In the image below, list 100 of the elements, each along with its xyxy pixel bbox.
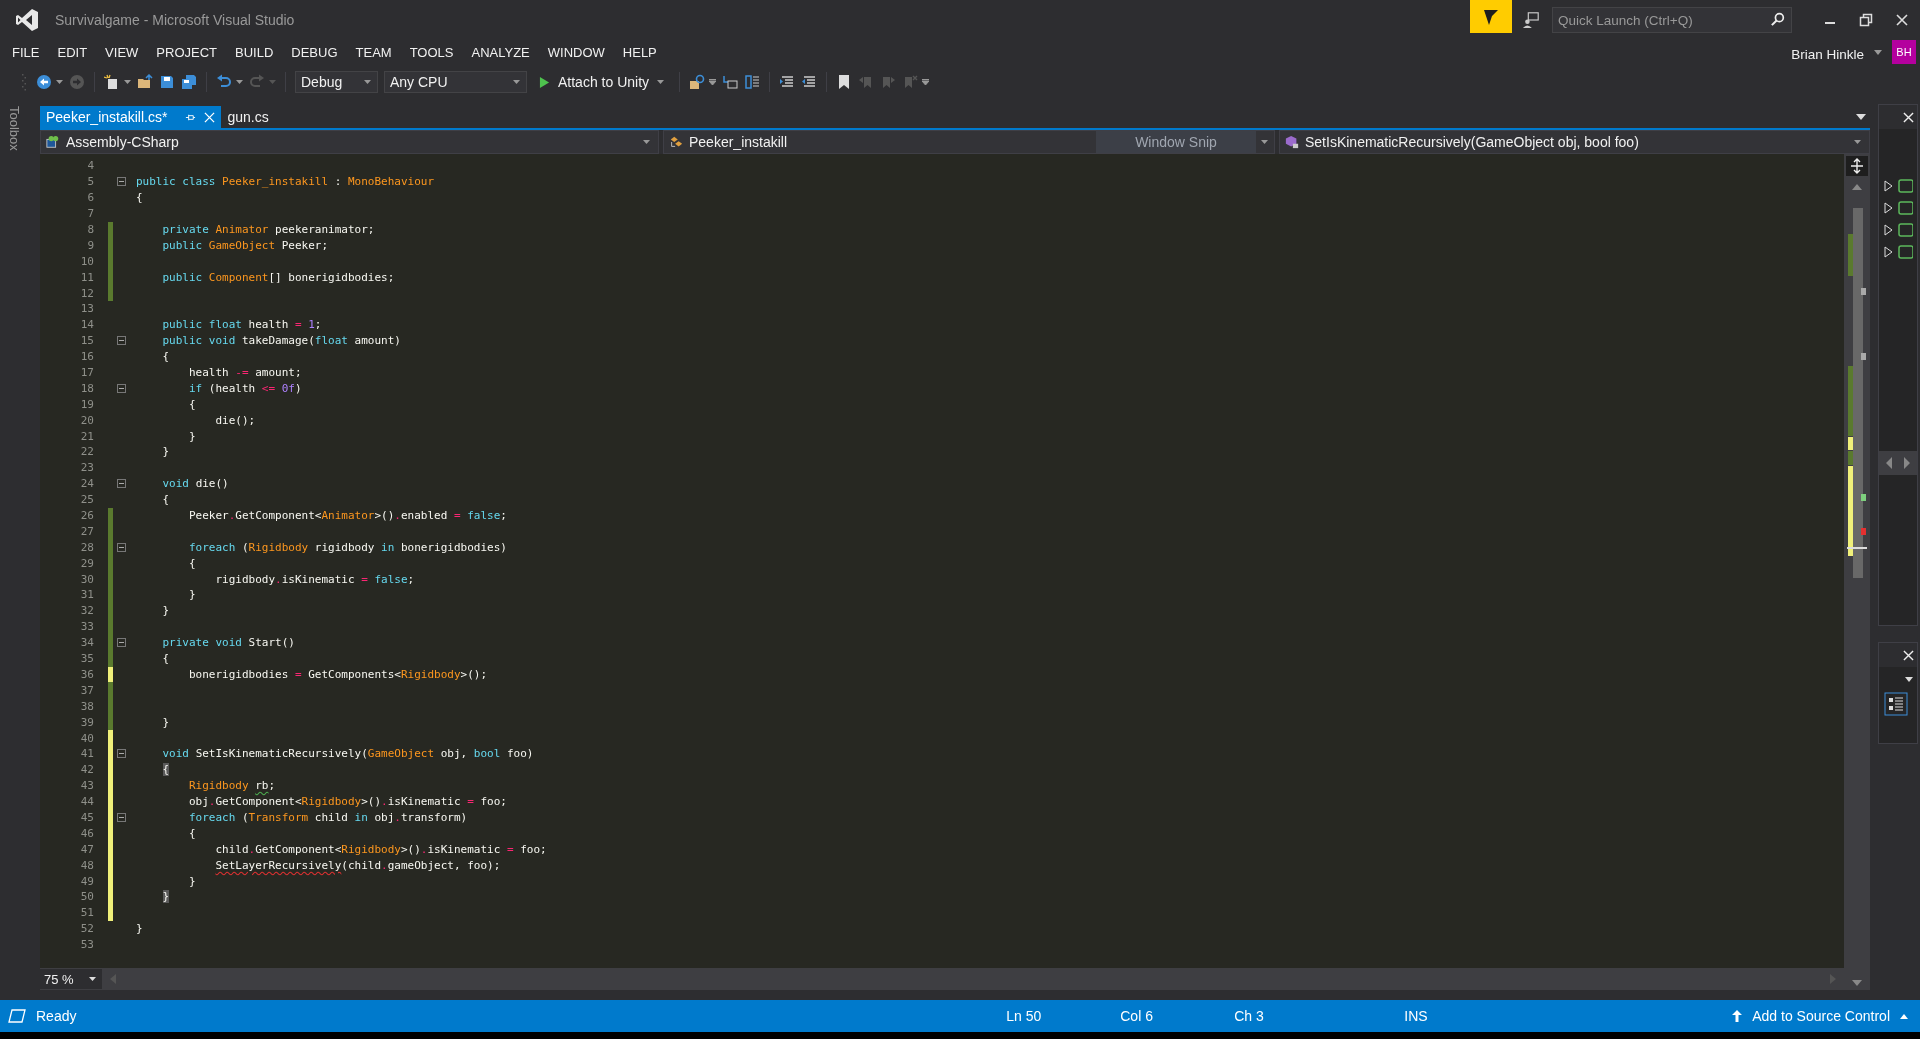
- line-number: 14: [79, 318, 94, 332]
- tree-node-icon[interactable]: [1883, 223, 1913, 237]
- panel-icon[interactable]: [744, 74, 761, 90]
- platform-dropdown[interactable]: Any CPU: [384, 71, 527, 93]
- line-number: 43: [79, 779, 94, 793]
- find-icon[interactable]: [689, 74, 706, 90]
- menu-item[interactable]: TOOLS: [400, 44, 463, 60]
- document-tab[interactable]: gun.cs: [221, 106, 275, 128]
- document-tab[interactable]: Peeker_instakill.cs*: [40, 106, 222, 128]
- code-line: }: [161, 604, 170, 618]
- panel-scroll-bar[interactable]: [1879, 451, 1917, 475]
- collapse-icon[interactable]: [117, 638, 126, 648]
- collapse-icon[interactable]: [117, 749, 126, 759]
- code-line: SetLayerRecursively(child.gameObject, foo);: [214, 858, 501, 872]
- code-line: Rigidbody rb;: [188, 779, 276, 793]
- project-dropdown[interactable]: Assembly-CSharp: [40, 130, 659, 154]
- line-number: 10: [79, 254, 94, 268]
- overflow-icon[interactable]: [922, 79, 930, 85]
- menu-item[interactable]: ANALYZE: [462, 44, 539, 60]
- restore-icon[interactable]: [1859, 13, 1873, 27]
- configuration-dropdown[interactable]: Debug: [295, 71, 378, 93]
- collapse-icon[interactable]: [117, 177, 126, 187]
- notification-button[interactable]: [1470, 0, 1512, 33]
- new-project-icon[interactable]: [104, 74, 120, 90]
- toolbox-tab[interactable]: Toolbox: [6, 106, 22, 160]
- menu-item[interactable]: HELP: [613, 44, 666, 60]
- step-icon[interactable]: [722, 74, 739, 90]
- menu-item[interactable]: WINDOW: [538, 44, 614, 60]
- scrollbar-map-drawing[interactable]: [1847, 208, 1867, 578]
- tree-node-icon[interactable]: [1883, 201, 1913, 215]
- scroll-down-icon[interactable]: [1852, 980, 1862, 986]
- collapse-icon[interactable]: [117, 336, 126, 346]
- caret-icon: [1261, 140, 1268, 144]
- menu-item[interactable]: VIEW: [96, 44, 148, 60]
- feedback-icon[interactable]: [1522, 11, 1540, 29]
- close-icon[interactable]: [1903, 111, 1914, 123]
- close-icon[interactable]: [1895, 13, 1909, 27]
- undo-icon[interactable]: [216, 74, 232, 90]
- menu-item[interactable]: PROJECT: [147, 44, 226, 60]
- code-line: }: [161, 445, 170, 459]
- menu-item[interactable]: EDIT: [48, 44, 97, 60]
- tree-node-icon[interactable]: [1883, 179, 1913, 193]
- line-number: 23: [79, 461, 94, 475]
- source-control-button[interactable]: Add to Source Control: [1724, 1000, 1920, 1032]
- collapse-icon[interactable]: [117, 479, 126, 489]
- code-line: child.GetComponent<Rigidbody>().isKinematic = foo;: [214, 842, 547, 856]
- caret-icon[interactable]: [236, 80, 243, 84]
- tree-node-icon[interactable]: [1883, 245, 1913, 259]
- split-icon[interactable]: [1846, 156, 1868, 176]
- line-number: 35: [79, 652, 94, 666]
- open-folder-icon[interactable]: [137, 74, 153, 90]
- class-dropdown[interactable]: Peeker_instakill Window Snip: [663, 130, 1275, 154]
- close-icon[interactable]: [1903, 649, 1914, 661]
- menu-item[interactable]: DEBUG: [282, 44, 347, 60]
- line-number: 42: [79, 763, 94, 777]
- project-icon: [45, 135, 61, 149]
- tab-list-icon[interactable]: [1856, 114, 1866, 120]
- line-number: 26: [79, 509, 94, 523]
- user-avatar[interactable]: BH: [1892, 40, 1916, 64]
- back-icon[interactable]: [36, 74, 52, 90]
- attach-button[interactable]: Attach to Unity: [533, 74, 671, 90]
- line-number: 38: [79, 699, 94, 713]
- save-icon[interactable]: [159, 74, 175, 90]
- collapse-icon[interactable]: [117, 542, 126, 552]
- zoom-dropdown[interactable]: 75 %: [40, 969, 102, 989]
- line-number: 25: [79, 493, 94, 507]
- save-all-icon[interactable]: [181, 74, 197, 90]
- code-line: {: [188, 826, 196, 840]
- caret-icon[interactable]: [1905, 677, 1913, 682]
- status-icon: [8, 1009, 26, 1023]
- line-number: 51: [79, 906, 94, 920]
- caret-icon[interactable]: [124, 80, 131, 84]
- line-number: 6: [86, 191, 94, 205]
- code-line: bonerigidbodies = GetComponents<Rigidbody>();: [188, 667, 488, 681]
- user-name[interactable]: Brian Hinkle: [1791, 46, 1864, 62]
- method-icon: [1284, 135, 1300, 149]
- caret-icon[interactable]: [56, 80, 63, 84]
- scroll-up-icon[interactable]: [1852, 184, 1862, 190]
- class-icon: [668, 135, 684, 149]
- member-dropdown[interactable]: SetIsKinematicRecursively(GameObject obj, bool foo): [1279, 130, 1870, 154]
- line-number: 27: [79, 524, 94, 538]
- caret-icon: [89, 977, 96, 981]
- collapse-icon[interactable]: [117, 383, 126, 393]
- menu-item[interactable]: BUILD: [226, 44, 283, 60]
- code-line: foreach (Rigidbody rigidbody in bonerigidbodies): [188, 540, 507, 554]
- search-icon[interactable]: [1770, 12, 1785, 27]
- line-number: 29: [79, 556, 94, 570]
- menu-item[interactable]: FILE: [3, 44, 49, 60]
- menu-item[interactable]: TEAM: [346, 44, 401, 60]
- code-line: {: [188, 397, 196, 411]
- window-snip-overlay: Window Snip: [1096, 131, 1256, 153]
- caret-icon[interactable]: [709, 79, 717, 85]
- indent-icon[interactable]: [779, 74, 796, 90]
- properties-icon[interactable]: [1884, 692, 1908, 716]
- caret-icon[interactable]: [1874, 49, 1882, 55]
- quick-launch-field[interactable]: Quick Launch (Ctrl+Q): [1552, 7, 1792, 33]
- line-number: 15: [79, 334, 94, 348]
- outdent-icon[interactable]: [801, 74, 818, 90]
- line-number: 30: [79, 572, 94, 586]
- collapse-icon[interactable]: [117, 812, 126, 822]
